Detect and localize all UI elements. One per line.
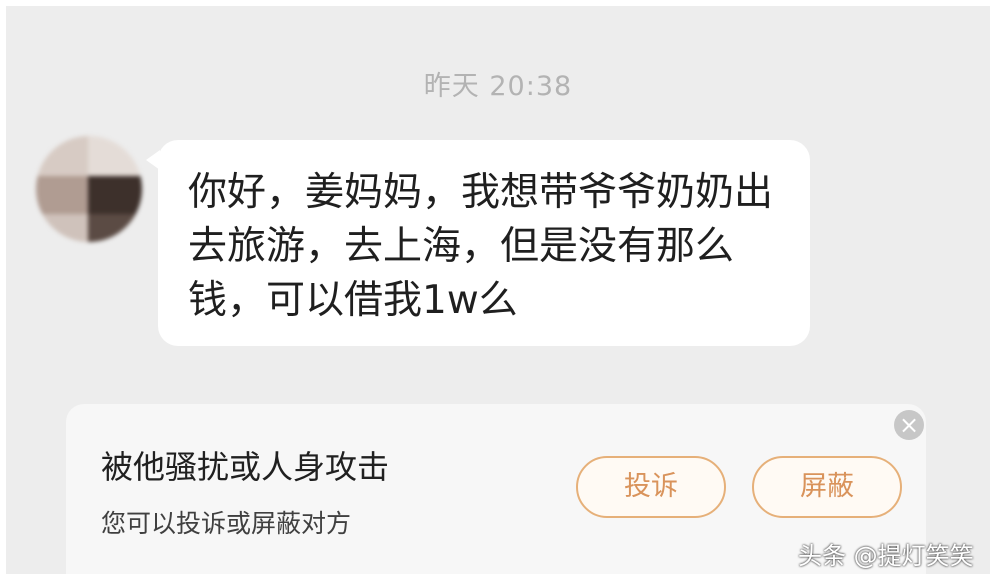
message-text: 你好，姜妈妈，我想带爷爷奶奶出去旅游，去上海，但是没有那么钱，可以借我1w么: [188, 170, 774, 323]
avatar-pixel: [88, 176, 142, 214]
avatar-pixel: [88, 136, 142, 176]
chat-screen: 昨天 20:38 你好，姜妈妈，我想带爷爷奶奶出去旅游，去上海，但是没有那么钱，…: [6, 6, 990, 574]
bubble-tail: [146, 150, 160, 170]
report-subtitle: 您可以投诉或屏蔽对方: [101, 509, 352, 538]
avatar-pixel: [88, 214, 142, 242]
avatar-pixel: [36, 176, 88, 214]
report-panel: 被他骚扰或人身攻击 您可以投诉或屏蔽对方 投诉 屏蔽: [66, 404, 926, 574]
complain-button[interactable]: 投诉: [576, 456, 726, 518]
avatar-pixel: [36, 136, 88, 176]
message-bubble[interactable]: 你好，姜妈妈，我想带爷爷奶奶出去旅游，去上海，但是没有那么钱，可以借我1w么: [146, 140, 810, 346]
watermark: 头条 @提灯笑笑: [798, 542, 974, 570]
report-title: 被他骚扰或人身攻击: [101, 448, 390, 486]
avatar[interactable]: [36, 136, 142, 242]
message-timestamp: 昨天 20:38: [423, 71, 573, 102]
block-button[interactable]: 屏蔽: [752, 456, 902, 518]
avatar-pixel: [36, 214, 88, 242]
close-icon[interactable]: ×: [894, 410, 924, 440]
